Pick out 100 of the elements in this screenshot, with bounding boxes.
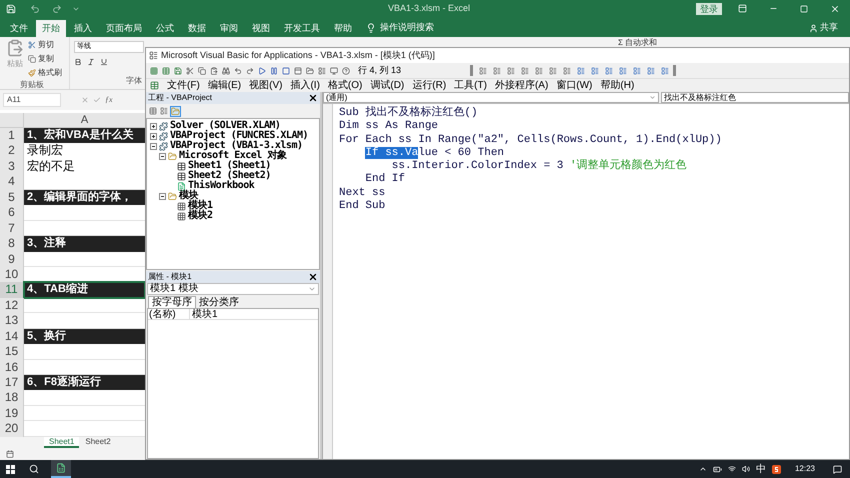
ribbon-tab[interactable]: 视图 bbox=[246, 20, 276, 37]
copy-icon[interactable] bbox=[198, 66, 206, 74]
procedure-dropdown[interactable]: 找出不及格标注红色 bbox=[661, 92, 849, 103]
property-name[interactable]: (名称) bbox=[148, 309, 190, 319]
battery-icon[interactable] bbox=[712, 464, 722, 474]
view-excel-icon[interactable] bbox=[150, 66, 158, 74]
row-header[interactable]: 12 bbox=[0, 298, 24, 314]
row-header[interactable]: 1 bbox=[0, 128, 24, 144]
tree-item[interactable]: VBAProject (VBA1-3.xlsm) bbox=[170, 141, 302, 151]
menu-item[interactable]: 工具(T) bbox=[450, 80, 491, 92]
code-editor[interactable]: Sub 找出不及格标注红色() Dim ss As Range For Each ss In Range("a2", Cells(Rows.Count, 1).End(xlUp)) If ss.Value < 60 Then ss.Interior.ColorIndex = 3 '调整单元格颜色为红色 End If Next ss End Sub bbox=[333, 104, 849, 459]
list-icon[interactable] bbox=[535, 66, 543, 74]
close-icon[interactable] bbox=[308, 93, 318, 103]
notification-icon[interactable] bbox=[833, 464, 842, 474]
format-painter-icon[interactable] bbox=[28, 69, 36, 77]
menu-item[interactable]: 格式(O) bbox=[324, 80, 366, 92]
menu-item[interactable]: 调试(D) bbox=[366, 80, 408, 92]
tree-item[interactable]: Solver (SOLVER.XLAM) bbox=[170, 121, 280, 131]
row-header[interactable]: 20 bbox=[0, 421, 24, 437]
row-header[interactable]: 6 bbox=[0, 205, 24, 221]
tree-item[interactable]: Sheet2 (Sheet2) bbox=[188, 171, 271, 181]
row-header[interactable]: 3 bbox=[0, 158, 24, 174]
ribbon-tab[interactable]: 帮助 bbox=[328, 20, 358, 37]
menu-item[interactable]: 视图(V) bbox=[245, 80, 286, 92]
share-link[interactable]: 共享 bbox=[820, 20, 838, 34]
menu-item[interactable]: 编辑(E) bbox=[204, 80, 246, 92]
cut-icon[interactable] bbox=[28, 41, 36, 49]
tree-item[interactable]: Sheet1 (Sheet1) bbox=[188, 161, 271, 171]
row-header[interactable]: 16 bbox=[0, 360, 24, 375]
expand-icon[interactable] bbox=[150, 122, 157, 130]
save-icon[interactable] bbox=[174, 66, 182, 74]
sheet-tab[interactable]: Sheet1 bbox=[44, 436, 80, 448]
list-icon[interactable] bbox=[521, 66, 529, 74]
spreadsheet-app-icon[interactable] bbox=[56, 463, 66, 473]
menu-item[interactable]: 窗口(W) bbox=[552, 80, 596, 92]
ribbon-tab[interactable]: 页面布局 bbox=[100, 20, 148, 37]
collapse-icon[interactable] bbox=[159, 152, 166, 160]
maximize-icon[interactable] bbox=[800, 4, 808, 12]
format-painter-label[interactable]: 格式刷 bbox=[38, 67, 62, 79]
row-header[interactable]: 14 bbox=[0, 328, 24, 344]
tree-item[interactable]: Microsoft Excel 对象 bbox=[179, 151, 286, 161]
menu-item[interactable]: 帮助(H) bbox=[596, 80, 638, 92]
wifi-icon[interactable] bbox=[728, 465, 736, 473]
expand-icon[interactable] bbox=[150, 132, 157, 140]
redo-icon[interactable] bbox=[52, 4, 62, 14]
row-header[interactable]: 19 bbox=[0, 406, 24, 422]
menu-item[interactable]: 外接程序(A) bbox=[490, 80, 552, 92]
row-header[interactable]: 9 bbox=[0, 252, 24, 267]
close-icon[interactable] bbox=[308, 272, 318, 282]
view-excel-icon[interactable] bbox=[150, 81, 159, 90]
cut-icon[interactable] bbox=[186, 66, 194, 74]
list-icon[interactable] bbox=[479, 66, 487, 74]
ribbon-tab[interactable]: 开发工具 bbox=[278, 20, 326, 37]
input-method-indicator[interactable]: 中 bbox=[756, 462, 766, 476]
tree-item[interactable]: ThisWorkbook bbox=[188, 181, 254, 191]
ribbon-display-icon[interactable] bbox=[738, 4, 747, 13]
row-header[interactable]: 17 bbox=[0, 375, 24, 390]
copy-label[interactable]: 复制 bbox=[38, 53, 54, 65]
row-header[interactable]: 2 bbox=[0, 143, 24, 159]
collapse-icon[interactable] bbox=[159, 192, 166, 200]
clock[interactable]: 12:23 bbox=[794, 463, 815, 475]
ribbon-tab[interactable]: 数据 bbox=[182, 20, 212, 37]
properties-tab[interactable]: 按分类序 bbox=[196, 297, 242, 308]
row-header[interactable]: 10 bbox=[0, 266, 24, 282]
page-layout-icon[interactable] bbox=[6, 450, 14, 458]
tree-item[interactable]: 模块2 bbox=[188, 211, 213, 221]
chevron-up-icon[interactable] bbox=[698, 465, 707, 473]
start-icon[interactable] bbox=[6, 464, 15, 474]
collapse-icon[interactable] bbox=[150, 142, 157, 150]
sheet-tab[interactable]: Sheet2 bbox=[80, 436, 116, 448]
pause-icon[interactable] bbox=[270, 66, 278, 74]
ribbon-tab[interactable]: 公式 bbox=[150, 20, 180, 37]
property-value[interactable]: 模块1 bbox=[190, 309, 218, 319]
row-header[interactable]: 4 bbox=[0, 174, 24, 190]
row-header[interactable]: 13 bbox=[0, 313, 24, 329]
tree-item[interactable]: 模块1 bbox=[188, 201, 213, 211]
object-dropdown[interactable]: (通用) bbox=[323, 92, 659, 103]
column-header[interactable]: A bbox=[24, 113, 145, 128]
volume-icon[interactable] bbox=[742, 465, 750, 473]
ribbon-tab[interactable]: 插入 bbox=[68, 20, 98, 37]
run-icon[interactable] bbox=[258, 66, 266, 74]
row-header[interactable]: 15 bbox=[0, 344, 24, 360]
list-icon[interactable] bbox=[507, 66, 515, 74]
cut-label[interactable]: 剪切 bbox=[38, 39, 54, 51]
help-icon[interactable] bbox=[342, 66, 350, 74]
ribbon-tab[interactable]: 审阅 bbox=[214, 20, 244, 37]
menu-item[interactable]: 插入(I) bbox=[286, 80, 324, 92]
menu-item[interactable]: 运行(R) bbox=[408, 80, 450, 92]
name-box[interactable]: A11 bbox=[3, 93, 61, 107]
share-icon[interactable] bbox=[809, 24, 818, 33]
tree-item[interactable]: VBAProject (FUNCRES.XLAM) bbox=[170, 131, 308, 141]
copy-icon[interactable] bbox=[28, 55, 36, 63]
paste-icon[interactable] bbox=[210, 66, 218, 74]
stop-icon[interactable] bbox=[282, 66, 290, 74]
row-header[interactable]: 5 bbox=[0, 190, 24, 206]
undo-icon[interactable] bbox=[30, 4, 40, 14]
autosum-button[interactable]: Σ 自动求和 bbox=[618, 38, 658, 47]
toggle-folders-icon[interactable] bbox=[171, 106, 180, 116]
tree-item[interactable]: 模块 bbox=[179, 191, 198, 201]
list-icon[interactable] bbox=[493, 66, 501, 74]
